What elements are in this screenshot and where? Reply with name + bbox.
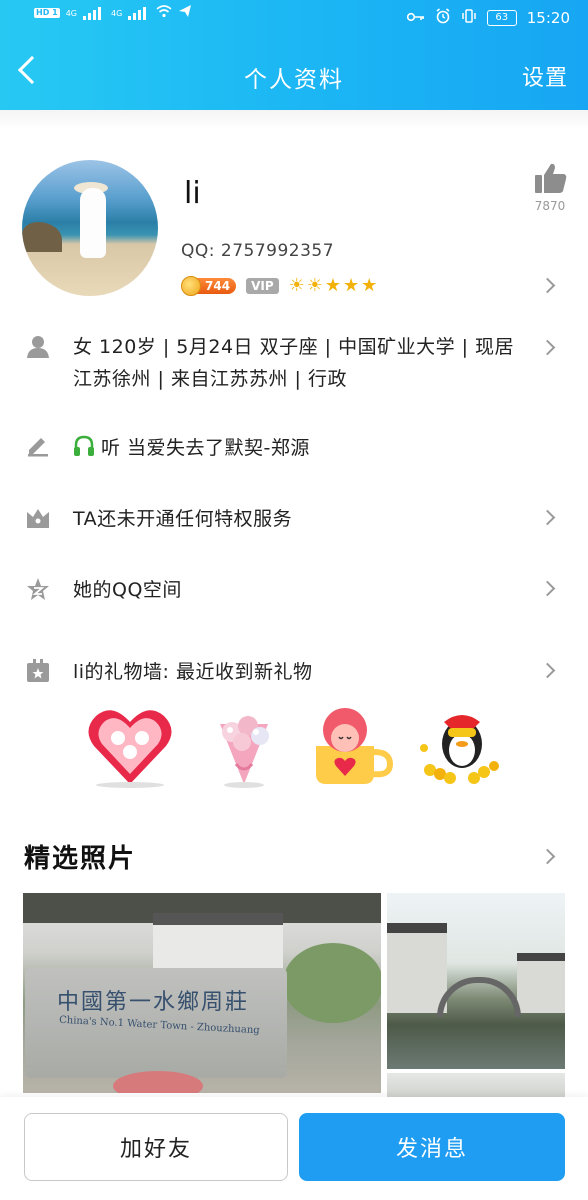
key-icon xyxy=(406,9,425,27)
signal-icon-2 xyxy=(128,6,150,20)
qq-number: QQ: 2757992357 xyxy=(181,241,335,261)
gift-icon xyxy=(27,659,49,682)
sun-icon: ☀ xyxy=(288,275,305,296)
level-icons: ☀ ☀ ★ ★ ★ xyxy=(289,275,378,296)
star-icon: ★ xyxy=(324,275,342,296)
stone-inscription-cn: 中國第一水鄉周莊 xyxy=(57,990,250,1015)
coin-icon xyxy=(181,275,201,296)
coin-badge: 744 xyxy=(181,275,237,296)
photo-building-2 xyxy=(517,953,565,1013)
headphones-icon xyxy=(74,435,94,456)
qzone-text[interactable]: 她的QQ空间 xyxy=(73,575,182,602)
send-icon xyxy=(178,4,192,22)
photo-thumbnail-3[interactable] xyxy=(387,1073,565,1097)
vibrate-icon xyxy=(461,8,477,28)
wifi-icon xyxy=(156,4,172,22)
crown-icon xyxy=(27,509,49,528)
signature-text[interactable]: 听 当爱失去了默契-郑源 xyxy=(101,433,310,460)
photo-building xyxy=(387,923,447,1013)
profile-badges[interactable]: 744 VIP ☀ ☀ ★ ★ ★ xyxy=(181,275,377,296)
gift-wall-text[interactable]: li的礼物墙: 最近收到新礼物 xyxy=(73,657,313,684)
thumbs-up-icon[interactable] xyxy=(534,162,568,194)
photo-zhouzhuang-stone[interactable]: 中國第一水鄉周莊 China's No.1 Water Town - Zhouz… xyxy=(23,893,381,1093)
edit-icon xyxy=(28,438,48,457)
flower-bouquet-icon[interactable] xyxy=(200,704,288,788)
vip-badge: VIP xyxy=(246,277,279,294)
header-shadow xyxy=(0,110,588,130)
privilege-text: TA还未开通任何特权服务 xyxy=(73,508,293,530)
gift-wall-chevron-icon[interactable] xyxy=(539,662,556,679)
user-icon xyxy=(27,336,49,358)
sim1-badge: HD 1 xyxy=(34,8,60,18)
heart-gift-box-icon[interactable] xyxy=(86,704,174,788)
privilege-chevron-icon[interactable] xyxy=(539,509,556,526)
info-chevron-icon[interactable] xyxy=(539,339,556,356)
section-title-photos: 精选照片 xyxy=(24,844,137,874)
add-friend-button[interactable]: 加好友 xyxy=(24,1113,288,1181)
send-message-button[interactable]: 发消息 xyxy=(299,1113,565,1181)
photo-bridge xyxy=(437,977,521,1017)
photo-canal-bridge[interactable] xyxy=(387,893,565,1069)
network-type-2: 4G xyxy=(110,8,123,18)
like-count: 7870 xyxy=(534,199,566,213)
avatar-rock xyxy=(22,222,62,252)
photo-flowers xyxy=(113,1071,203,1093)
profile-info-text: 女 120岁 | 5月24日 双子座 | 中国矿业大学 | 现居江苏徐州 | 来… xyxy=(73,336,515,390)
header-bar: HD 1 4G 4G 63 15:20 个人资料 设置 xyxy=(0,0,588,110)
clock-time: 15:20 xyxy=(526,9,570,27)
avatar[interactable] xyxy=(22,160,158,296)
qzone-star-icon xyxy=(27,578,49,600)
star-icon: ★ xyxy=(361,275,378,296)
settings-button[interactable]: 设置 xyxy=(522,60,568,92)
star-icon: ★ xyxy=(343,275,360,296)
love-mug-icon[interactable] xyxy=(306,704,394,788)
sun-icon: ☀ xyxy=(306,275,323,296)
profile-name: li xyxy=(184,176,201,211)
qzone-chevron-icon[interactable] xyxy=(539,580,556,597)
penguin-gold-coins-icon[interactable] xyxy=(414,704,502,788)
photo-tree xyxy=(283,943,381,1023)
photos-chevron-icon[interactable] xyxy=(539,848,556,865)
network-type-1: 4G xyxy=(65,8,77,18)
signal-icon xyxy=(82,6,105,20)
page-title: 个人资料 xyxy=(244,67,344,93)
alarm-icon xyxy=(435,8,451,28)
profile-chevron-icon[interactable] xyxy=(539,277,556,294)
status-bar: HD 1 4G 4G 63 15:20 xyxy=(0,0,588,36)
battery-icon: 63 xyxy=(486,10,517,26)
avatar-figure xyxy=(80,188,106,258)
